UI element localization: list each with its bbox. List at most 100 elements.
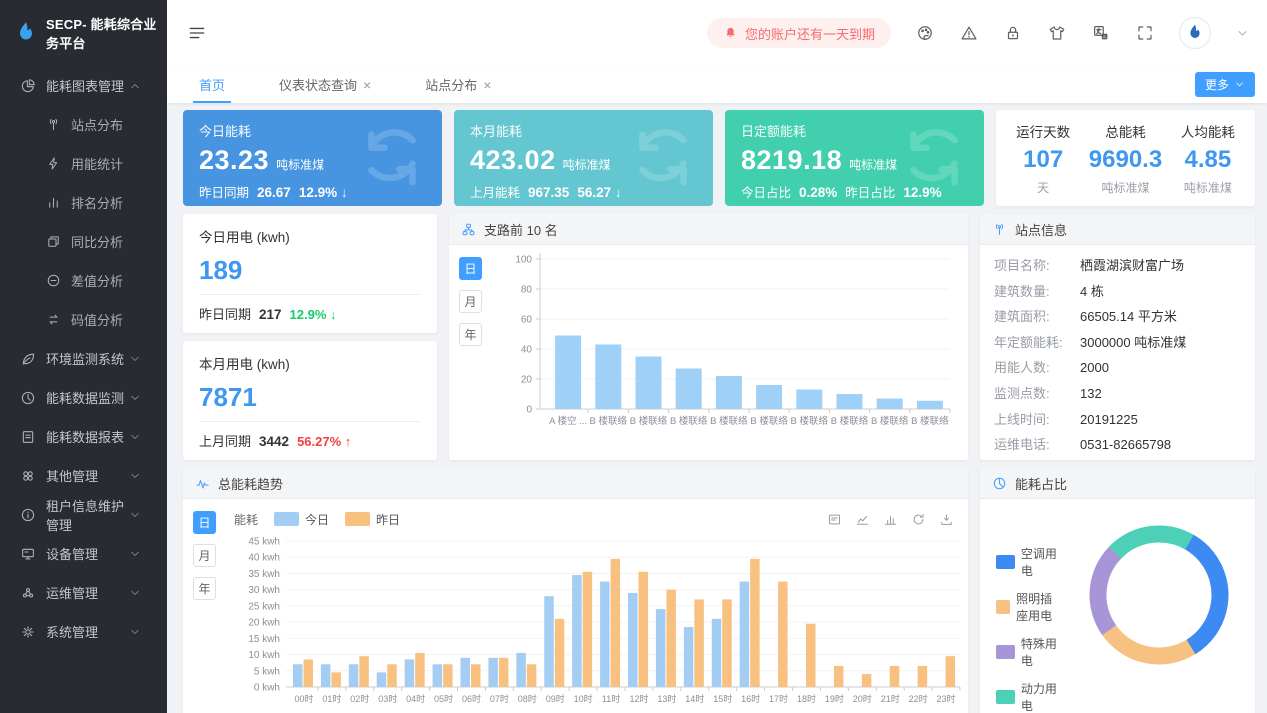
data-view-icon[interactable] [827, 512, 842, 527]
branch-period-日[interactable]: 日 [459, 257, 482, 280]
notice-text: 您的账户还有一天到期 [745, 24, 875, 43]
sidebar-item-能耗数据报表[interactable]: 能耗数据报表 [0, 417, 167, 456]
site-info-rows: 项目名称:栖霞湖滨财富广场建筑数量:4 栋建筑面积:66505.14 平方米年定… [980, 245, 1255, 458]
site-info-row: 用能人数:2000 [994, 355, 1241, 381]
warning-icon[interactable] [960, 24, 978, 42]
sidebar-item-能耗数据监测[interactable]: 能耗数据监测 [0, 378, 167, 417]
svg-text:10 kwh: 10 kwh [248, 650, 280, 661]
svg-text:40 kwh: 40 kwh [248, 553, 280, 564]
site-info-label: 项目名称: [994, 253, 1080, 279]
fullscreen-icon[interactable] [1136, 24, 1154, 42]
svg-text:30 kwh: 30 kwh [248, 585, 280, 596]
download-icon[interactable] [939, 512, 954, 527]
app-logo: SECP- 能耗综合业务平台 [0, 0, 167, 66]
card-日定额能耗[interactable]: 日定额能耗8219.18吨标准煤今日占比0.28%昨日占比12.9% [725, 110, 984, 206]
energy-share-title: 能耗占比 [1015, 474, 1067, 493]
trend-period-日[interactable]: 日 [193, 511, 216, 534]
branch-period-月[interactable]: 月 [459, 290, 482, 313]
account-expiry-notice[interactable]: 您的账户还有一天到期 [707, 18, 891, 48]
sidebar-item-排名分析[interactable]: 排名分析 [0, 183, 167, 222]
palette-icon[interactable] [916, 24, 934, 42]
org-chart-icon [461, 222, 476, 237]
user-menu-chevron-icon[interactable] [1236, 27, 1249, 40]
sidebar-item-差值分析[interactable]: 差值分析 [0, 261, 167, 300]
chevron-down-icon [129, 431, 141, 443]
sidebar-item-运维管理[interactable]: 运维管理 [0, 573, 167, 612]
avatar[interactable] [1179, 17, 1211, 49]
top-header: 您的账户还有一天到期 A [167, 0, 1267, 66]
branch-period-年[interactable]: 年 [459, 323, 482, 346]
card-sub-part: 今日占比 [741, 182, 791, 201]
site-info-row: 建筑数量:4 栋 [994, 279, 1241, 305]
close-icon[interactable]: × [363, 78, 371, 92]
site-info-row: 监测点数:132 [994, 381, 1241, 407]
share-legend-动力用电[interactable]: 动力用电 [996, 680, 1057, 713]
tshirt-icon[interactable] [1048, 24, 1066, 42]
sidebar-item-环境监测系统[interactable]: 环境监测系统 [0, 339, 167, 378]
svg-text:06时: 06时 [462, 693, 481, 704]
hamburger-icon[interactable] [187, 23, 207, 43]
card-sub-part: 26.67 [257, 185, 291, 200]
sidebar-item-用能统计[interactable]: 用能统计 [0, 144, 167, 183]
monitor-icon [20, 546, 36, 562]
site-info-row: 运维电话:0531-82665798 [994, 432, 1241, 458]
trend-period-年[interactable]: 年 [193, 577, 216, 600]
svg-text:14时: 14时 [685, 693, 704, 704]
stat-label: 总能耗 [1105, 121, 1146, 141]
card-value: 423.02 [470, 145, 556, 176]
site-info-panel: 站点信息 项目名称:栖霞湖滨财富广场建筑数量:4 栋建筑面积:66505.14 … [980, 214, 1255, 460]
more-tabs-button[interactable]: 更多 [1195, 72, 1255, 97]
site-info-row: 建筑面积:66505.14 平方米 [994, 304, 1241, 330]
usage-change: 12.9% ↓ [290, 307, 337, 322]
legend-label: 照明插座用电 [1016, 590, 1057, 624]
svg-text:11时: 11时 [602, 693, 620, 704]
translate-icon[interactable]: A [1092, 24, 1110, 42]
card-sub-part: 昨日占比 [845, 182, 895, 201]
line-chart-icon[interactable] [855, 512, 870, 527]
svg-text:B 楼联络: B 楼联络 [590, 415, 628, 427]
sidebar-item-站点分布[interactable]: 站点分布 [0, 105, 167, 144]
legend-item-今日[interactable]: 今日 [274, 511, 329, 528]
sidebar-item-能耗图表管理[interactable]: 能耗图表管理 [0, 66, 167, 105]
tab-label: 站点分布 [425, 75, 477, 94]
gear-icon [20, 624, 36, 640]
leaf-icon [20, 351, 36, 367]
tab-站点分布[interactable]: 站点分布 × [419, 66, 497, 103]
sidebar-item-设备管理[interactable]: 设备管理 [0, 534, 167, 573]
card-本月能耗[interactable]: 本月能耗423.02吨标准煤上月能耗967.3556.27 ↓ [454, 110, 713, 206]
site-info-header: 站点信息 [980, 214, 1255, 245]
card-今日能耗[interactable]: 今日能耗23.23吨标准煤昨日同期26.6712.9% ↓ [183, 110, 442, 206]
usage-sub-label: 昨日同期 [199, 304, 251, 323]
card-sub-part: 昨日同期 [199, 182, 249, 201]
tab-首页[interactable]: 首页 [193, 66, 231, 103]
tab-仪表状态查询[interactable]: 仪表状态查询× [273, 66, 377, 103]
trend-period-月[interactable]: 月 [193, 544, 216, 567]
svg-text:23时: 23时 [937, 693, 956, 704]
legend-label: 动力用电 [1021, 680, 1057, 713]
sidebar-item-系统管理[interactable]: 系统管理 [0, 612, 167, 651]
chevron-down-icon [129, 509, 141, 521]
share-legend-空调用电[interactable]: 空调用电 [996, 545, 1057, 579]
sidebar-item-租户信息维护管理[interactable]: 租户信息维护管理 [0, 495, 167, 534]
energy-trend-header: 总能耗趋势 [183, 468, 968, 499]
svg-text:B 楼联络: B 楼联络 [871, 415, 909, 427]
sidebar-item-label: 租户信息维护管理 [46, 496, 129, 534]
svg-text:25 kwh: 25 kwh [248, 601, 280, 612]
sidebar-item-其他管理[interactable]: 其他管理 [0, 456, 167, 495]
share-legend: 空调用电照明插座用电特殊用电动力用电 [996, 545, 1073, 713]
tab-label: 首页 [199, 75, 225, 94]
bar-chart-icon[interactable] [883, 512, 898, 527]
lock-icon[interactable] [1004, 24, 1022, 42]
refresh-icon[interactable] [911, 512, 926, 527]
legend-item-昨日[interactable]: 昨日 [345, 511, 400, 528]
sidebar-item-label: 站点分布 [71, 115, 123, 134]
stat-人均能耗: 人均能耗4.85吨标准煤 [1167, 121, 1249, 196]
share-legend-特殊用电[interactable]: 特殊用电 [996, 635, 1057, 669]
sidebar-item-同比分析[interactable]: 同比分析 [0, 222, 167, 261]
sidebar-item-码值分析[interactable]: 码值分析 [0, 300, 167, 339]
close-icon[interactable]: × [483, 78, 491, 92]
share-legend-照明插座用电[interactable]: 照明插座用电 [996, 590, 1057, 624]
bar-rank-icon [46, 195, 61, 210]
svg-text:02时: 02时 [350, 693, 369, 704]
pulse-icon [195, 476, 210, 491]
